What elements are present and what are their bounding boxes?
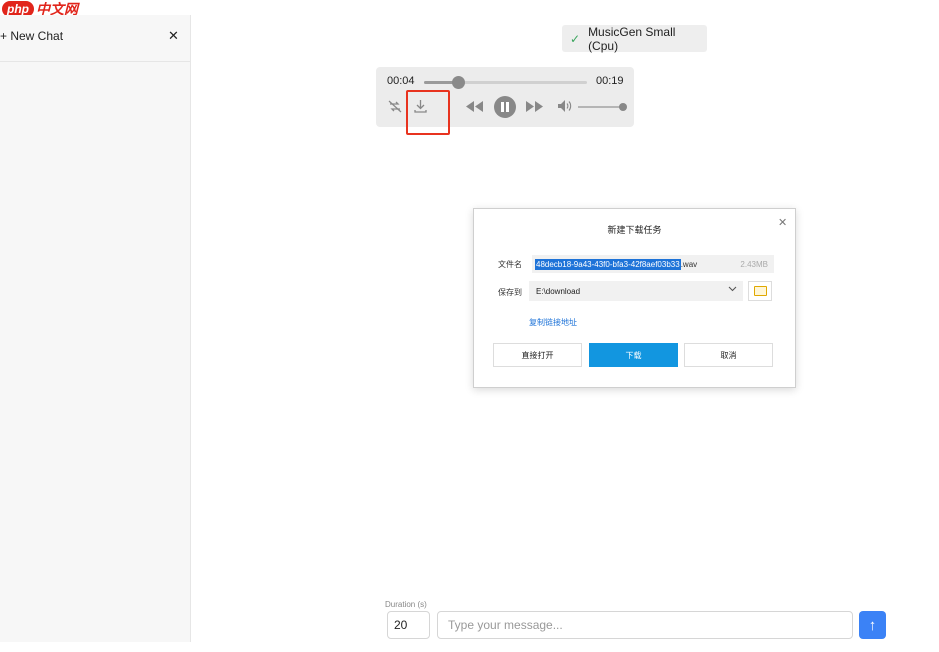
dialog-close-icon[interactable]: ✕ <box>778 216 787 229</box>
check-icon: ✓ <box>570 31 581 46</box>
seek-bar[interactable] <box>424 76 587 89</box>
cancel-button[interactable]: 取消 <box>684 343 773 367</box>
model-name: MusicGen Small (Cpu) <box>588 24 676 53</box>
save-path-value: E:\download <box>536 286 581 296</box>
filename-selected-text: 48decb18-9a43-43f0-bfa3-42f8aef03b33 <box>535 258 681 270</box>
sidebar-header: + New Chat ✕ <box>0 15 190 62</box>
pause-icon[interactable] <box>494 96 516 118</box>
seek-thumb[interactable] <box>452 76 466 89</box>
fast-forward-icon[interactable] <box>526 101 543 115</box>
current-time: 00:04 <box>387 75 415 87</box>
send-button[interactable]: ↑ <box>859 611 886 639</box>
filename-extension: .wav <box>680 259 698 269</box>
filename-label: 文件名 <box>498 260 522 269</box>
download-highlight-box <box>406 90 450 135</box>
message-input[interactable]: Type your message... <box>437 611 853 639</box>
save-to-label: 保存到 <box>498 288 522 297</box>
total-time: 00:19 <box>596 75 624 87</box>
rewind-icon[interactable] <box>466 101 483 115</box>
filename-field[interactable]: 48decb18-9a43-43f0-bfa3-42f8aef03b33 .wav… <box>532 255 774 273</box>
duration-input[interactable]: 20 <box>387 611 430 639</box>
dialog-title: 新建下载任务 <box>607 225 662 235</box>
model-status-badge: ✓ MusicGen Small (Cpu) <box>562 24 707 53</box>
folder-icon[interactable] <box>748 281 772 301</box>
duration-label: Duration (s) <box>385 600 427 609</box>
copy-link-button[interactable]: 复制链接地址 <box>529 317 577 328</box>
save-path-select[interactable]: E:\download <box>529 281 743 301</box>
open-directly-button[interactable]: 直接打开 <box>493 343 582 367</box>
file-size: 2.43MB <box>740 259 768 269</box>
chevron-down-icon <box>728 284 737 294</box>
close-icon[interactable]: ✕ <box>168 28 179 44</box>
volume-slider[interactable] <box>578 106 622 108</box>
new-chat-button[interactable]: + New Chat <box>0 29 63 43</box>
volume-icon[interactable] <box>558 100 572 115</box>
sidebar: + New Chat ✕ <box>0 15 191 642</box>
repeat-off-icon[interactable] <box>388 100 402 116</box>
volume-thumb[interactable] <box>619 103 627 111</box>
download-button[interactable]: 下载 <box>589 343 678 367</box>
download-dialog: 新建下载任务 ✕ 文件名 48decb18-9a43-43f0-bfa3-42f… <box>473 208 796 388</box>
